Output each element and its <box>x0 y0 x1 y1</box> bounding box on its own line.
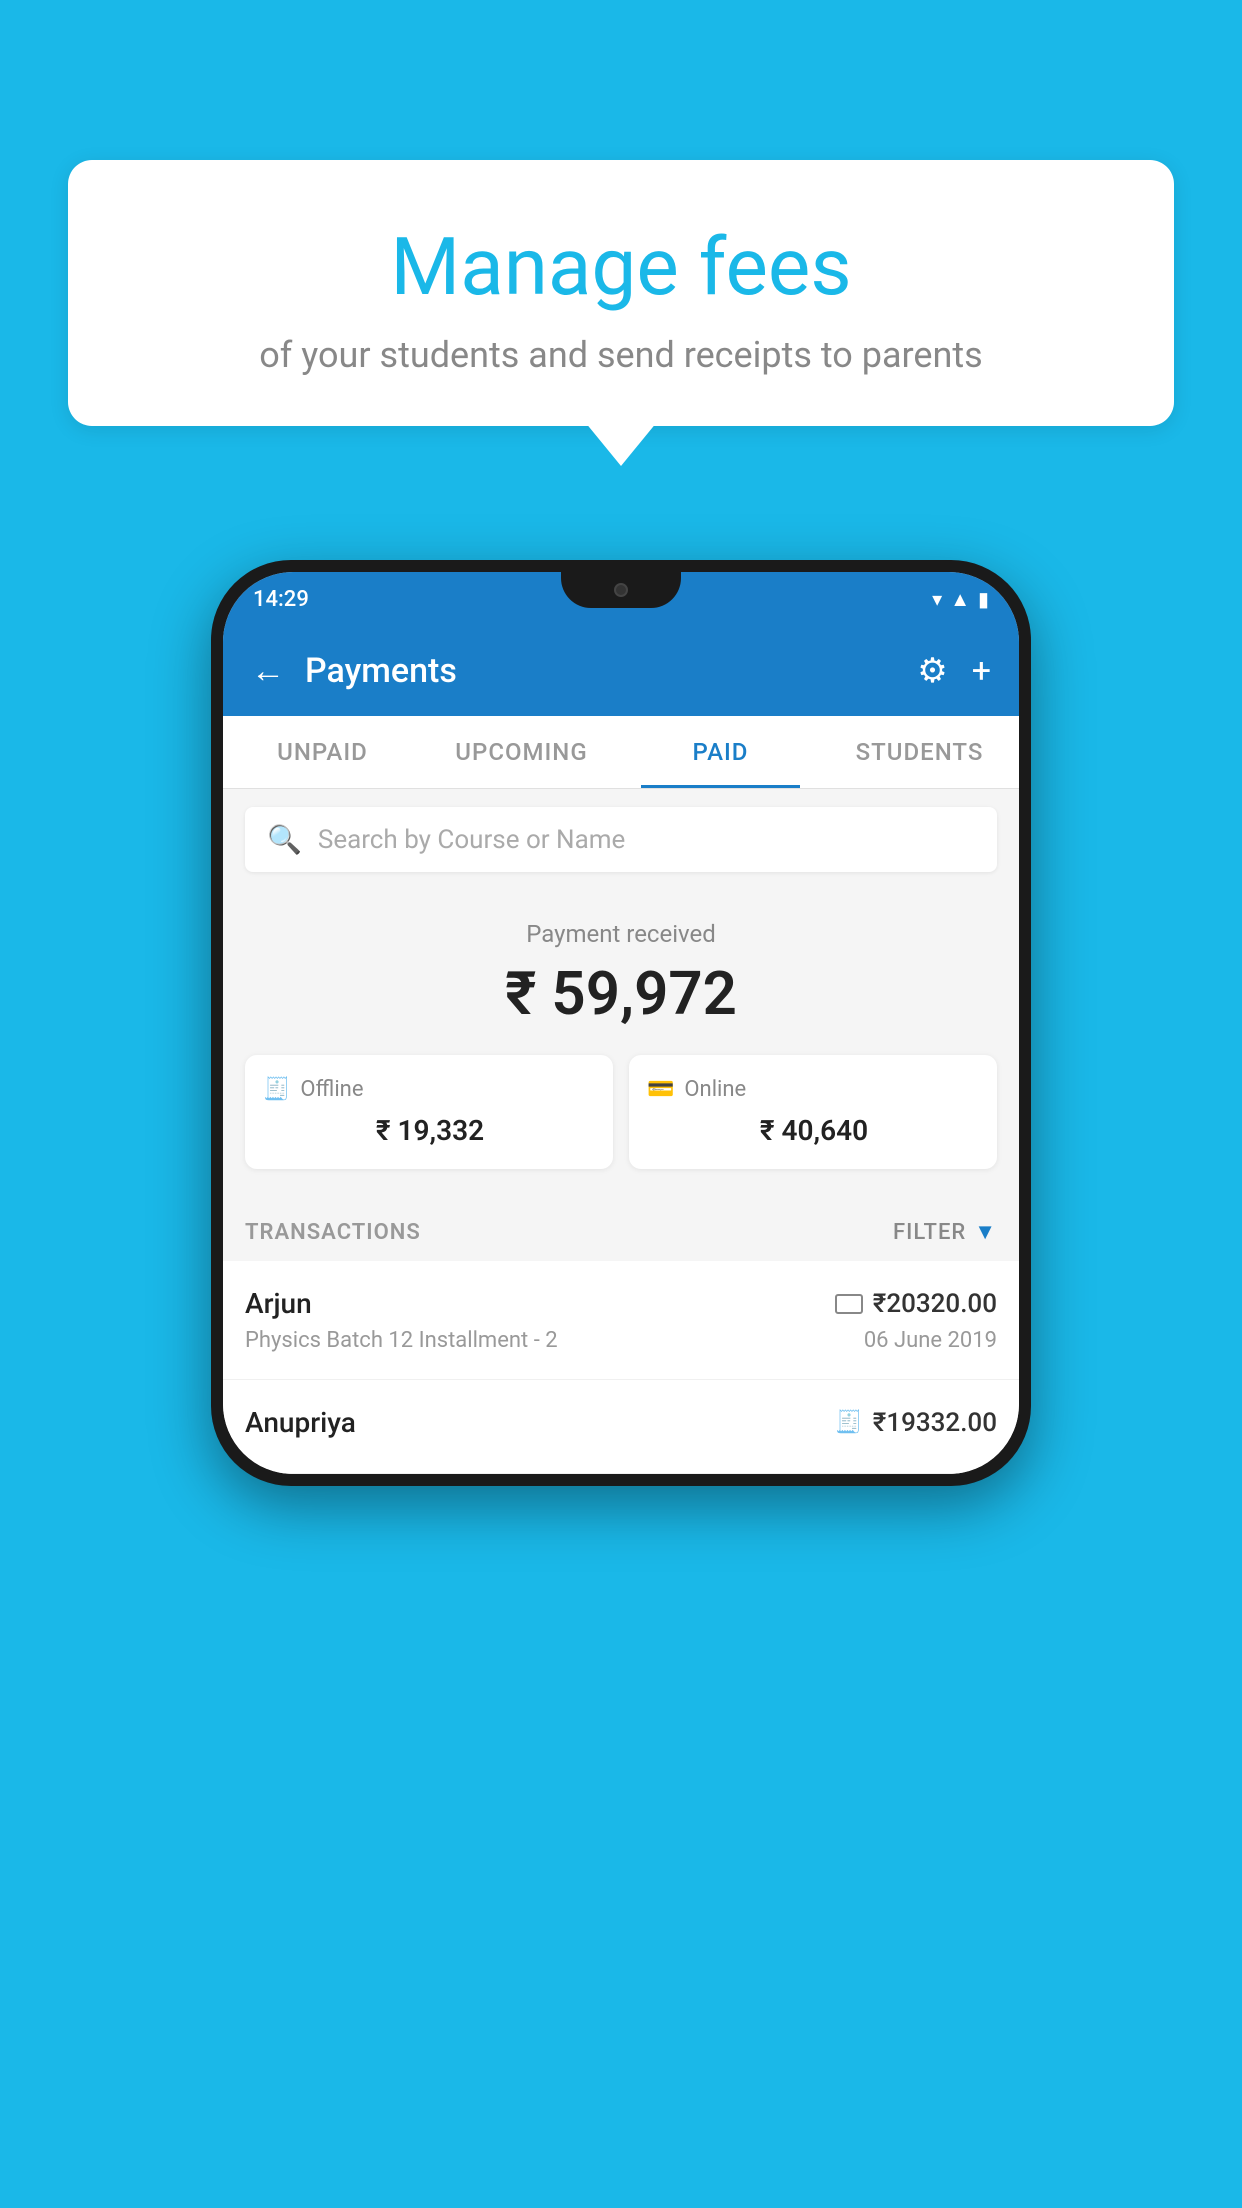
status-time: 14:29 <box>253 587 309 612</box>
transaction-name: Arjun <box>245 1287 312 1320</box>
offline-amount: ₹ 19,332 <box>265 1114 595 1147</box>
cash-icon: 🧾 <box>835 1410 862 1435</box>
transaction-date: 06 June 2019 <box>864 1328 997 1353</box>
back-button[interactable]: ← <box>251 651 285 691</box>
online-label: Online <box>684 1077 746 1102</box>
filter-label: FILTER <box>893 1220 966 1245</box>
app-bar: ← Payments ⚙ + <box>223 626 1019 716</box>
online-payment-card: 💳 Online ₹ 40,640 <box>629 1055 997 1169</box>
offline-label: Offline <box>300 1077 363 1102</box>
search-placeholder-text: Search by Course or Name <box>318 825 625 855</box>
transactions-header: TRANSACTIONS FILTER ▼ <box>223 1197 1019 1261</box>
app-bar-left: ← Payments <box>251 651 457 691</box>
transaction-amount-value: ₹19332.00 <box>873 1408 997 1438</box>
search-bar[interactable]: 🔍 Search by Course or Name <box>245 807 997 872</box>
phone-notch <box>561 572 681 608</box>
credit-card-icon <box>835 1294 863 1314</box>
transaction-list: Arjun ₹20320.00 Physics Batch 12 Install… <box>223 1261 1019 1474</box>
transaction-amount: ₹20320.00 <box>835 1289 997 1319</box>
signal-icon: ▲ <box>950 587 970 612</box>
phone-screen: 14:29 ▾ ▲ ▮ ← Payments ⚙ + UNPAID <box>223 572 1019 1474</box>
transactions-label: TRANSACTIONS <box>245 1220 421 1245</box>
add-button[interactable]: + <box>972 651 991 691</box>
payment-summary: Payment received ₹ 59,972 🧾 Offline ₹ 19… <box>223 890 1019 1197</box>
transaction-description: Physics Batch 12 Installment - 2 <box>245 1328 558 1353</box>
payment-total-amount: ₹ 59,972 <box>245 958 997 1029</box>
offline-payment-card: 🧾 Offline ₹ 19,332 <box>245 1055 613 1169</box>
table-row[interactable]: Anupriya 🧾 ₹19332.00 <box>223 1380 1019 1474</box>
payment-received-label: Payment received <box>245 920 997 948</box>
transaction-top-row: Anupriya 🧾 ₹19332.00 <box>245 1406 997 1439</box>
transaction-top-row: Arjun ₹20320.00 <box>245 1287 997 1320</box>
filter-button[interactable]: FILTER ▼ <box>893 1219 997 1245</box>
transaction-bottom-row: Physics Batch 12 Installment - 2 06 June… <box>245 1328 997 1353</box>
transaction-name: Anupriya <box>245 1406 356 1439</box>
filter-icon: ▼ <box>974 1219 997 1245</box>
status-icons: ▾ ▲ ▮ <box>932 587 989 612</box>
settings-icon[interactable]: ⚙ <box>917 651 947 691</box>
offline-header: 🧾 Offline <box>263 1077 595 1102</box>
transaction-amount-value: ₹20320.00 <box>873 1289 997 1319</box>
bubble-title: Manage fees <box>108 220 1134 314</box>
online-icon: 💳 <box>647 1077 674 1102</box>
front-camera <box>614 583 628 597</box>
tab-unpaid[interactable]: UNPAID <box>223 716 422 788</box>
online-header: 💳 Online <box>647 1077 979 1102</box>
battery-icon: ▮ <box>978 587 989 611</box>
search-container: 🔍 Search by Course or Name <box>223 789 1019 890</box>
search-icon: 🔍 <box>267 823 302 856</box>
tab-students[interactable]: STUDENTS <box>820 716 1019 788</box>
status-bar: 14:29 ▾ ▲ ▮ <box>223 572 1019 626</box>
online-amount: ₹ 40,640 <box>649 1114 979 1147</box>
app-bar-title: Payments <box>305 651 457 691</box>
tabs-container: UNPAID UPCOMING PAID STUDENTS <box>223 716 1019 789</box>
phone-mockup: 14:29 ▾ ▲ ▮ ← Payments ⚙ + UNPAID <box>211 560 1031 1486</box>
bubble-subtitle: of your students and send receipts to pa… <box>108 334 1134 376</box>
transaction-amount: 🧾 ₹19332.00 <box>835 1408 997 1438</box>
payment-cards: 🧾 Offline ₹ 19,332 💳 Online ₹ 40,640 <box>245 1055 997 1169</box>
tab-upcoming[interactable]: UPCOMING <box>422 716 621 788</box>
tab-paid[interactable]: PAID <box>621 716 820 788</box>
wifi-icon: ▾ <box>932 587 942 611</box>
offline-icon: 🧾 <box>263 1077 290 1102</box>
speech-bubble-card: Manage fees of your students and send re… <box>68 160 1174 426</box>
app-bar-right: ⚙ + <box>917 651 991 691</box>
table-row[interactable]: Arjun ₹20320.00 Physics Batch 12 Install… <box>223 1261 1019 1380</box>
